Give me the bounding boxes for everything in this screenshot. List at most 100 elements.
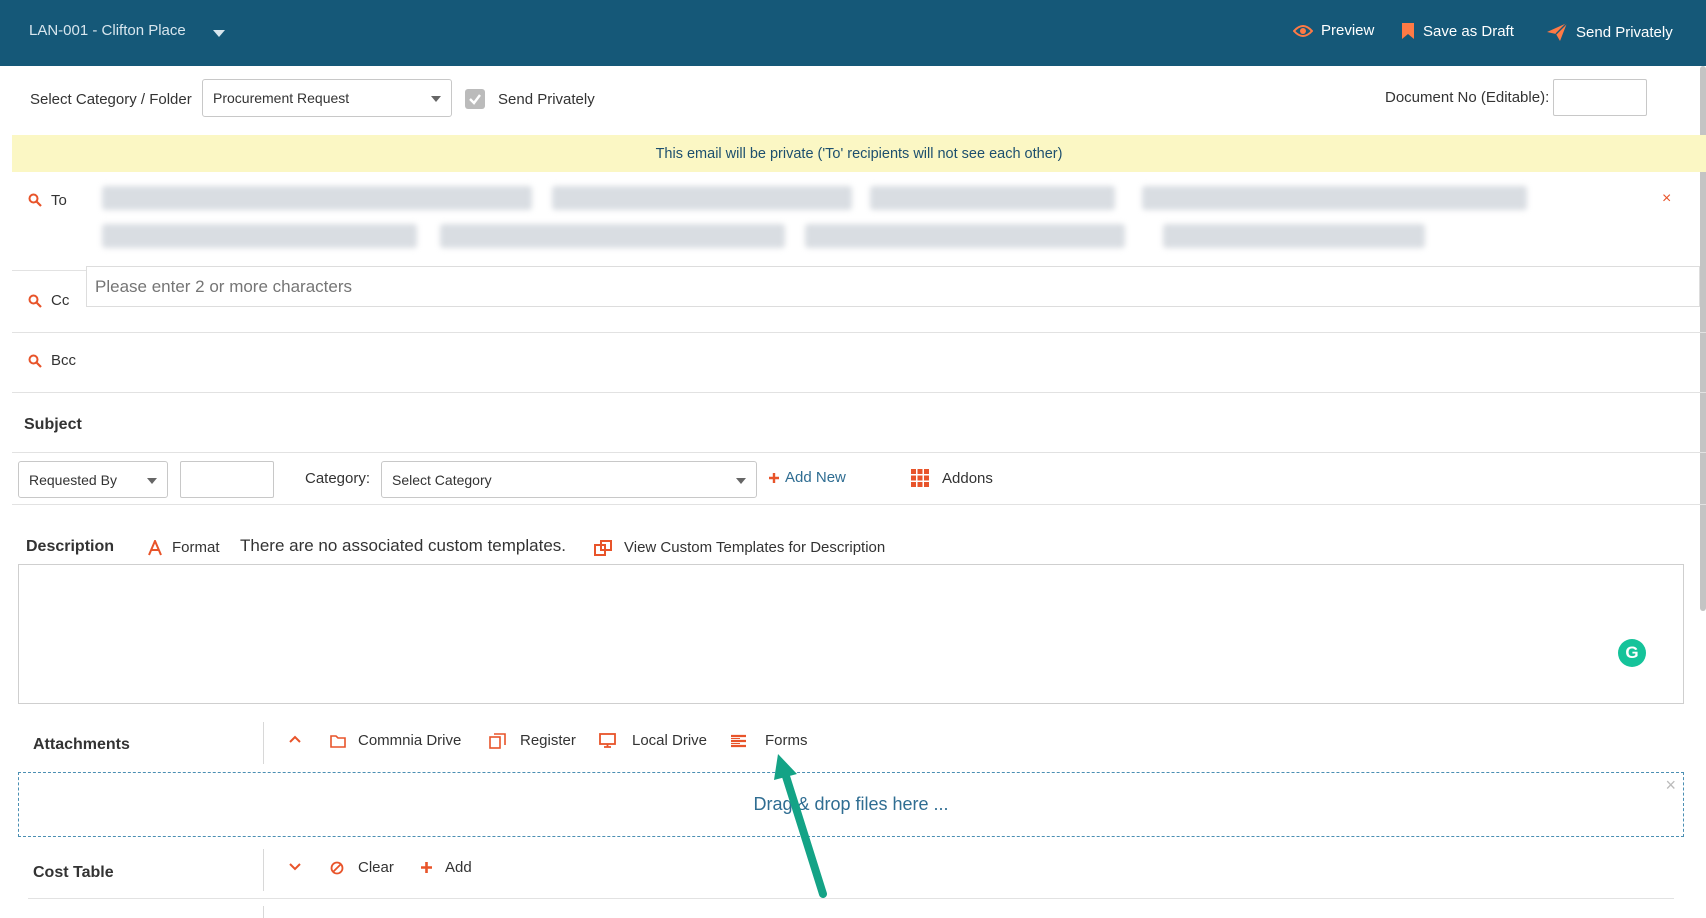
local-drive-button[interactable]: Local Drive bbox=[599, 732, 707, 749]
private-notice-text: This email will be private ('To' recipie… bbox=[655, 145, 1063, 162]
divider bbox=[263, 849, 264, 891]
bookmark-icon bbox=[1402, 23, 1414, 39]
chevron-down-icon[interactable] bbox=[289, 863, 301, 871]
to-label: To bbox=[51, 192, 67, 209]
description-label: Description bbox=[26, 538, 115, 555]
attachments-label: Attachments bbox=[33, 736, 130, 753]
plus-icon bbox=[769, 472, 779, 483]
paper-plane-icon bbox=[1547, 22, 1568, 41]
commnia-drive-button[interactable]: Commnia Drive bbox=[330, 732, 461, 749]
preview-button[interactable]: Preview bbox=[1293, 22, 1374, 39]
divider bbox=[263, 722, 264, 764]
addons-button[interactable]: Addons bbox=[911, 469, 993, 487]
preview-label: Preview bbox=[1321, 22, 1375, 39]
divider bbox=[12, 392, 1706, 393]
register-icon bbox=[489, 732, 506, 749]
divider bbox=[12, 270, 87, 271]
add-label: Add bbox=[445, 859, 472, 876]
checkbox-icon bbox=[469, 94, 481, 105]
folder-icon bbox=[330, 734, 346, 748]
forms-button[interactable]: Forms bbox=[730, 732, 808, 749]
project-dropdown-caret-icon[interactable] bbox=[213, 30, 225, 37]
search-icon[interactable] bbox=[28, 354, 42, 368]
recipient-chip[interactable] bbox=[1163, 224, 1425, 248]
addons-label: Addons bbox=[942, 469, 993, 487]
recipient-chip[interactable] bbox=[870, 186, 1115, 210]
recipient-chip[interactable] bbox=[1142, 186, 1527, 210]
cost-table-label: Cost Table bbox=[33, 864, 114, 881]
add-cost-row-button[interactable]: Add bbox=[420, 859, 472, 876]
chevron-up-icon[interactable] bbox=[289, 735, 301, 743]
send-privately-label: Send Privately bbox=[1576, 23, 1673, 41]
requested-by-input[interactable] bbox=[180, 461, 274, 498]
chevron-down-icon bbox=[736, 477, 746, 484]
clear-label: Clear bbox=[358, 859, 394, 876]
project-title[interactable]: LAN-001 - Clifton Place bbox=[29, 22, 186, 39]
file-dropzone[interactable]: Drag & drop files here ... × bbox=[18, 772, 1684, 837]
chevron-down-icon bbox=[431, 96, 441, 102]
no-templates-text: There are no associated custom templates… bbox=[240, 536, 566, 555]
category-folder-select[interactable]: Procurement Request bbox=[202, 79, 452, 117]
send-privately-checkbox[interactable] bbox=[465, 89, 485, 109]
ban-icon bbox=[330, 861, 344, 874]
grid-icon bbox=[911, 469, 929, 487]
eye-icon bbox=[1293, 24, 1313, 37]
recipient-chip[interactable] bbox=[102, 186, 532, 210]
recipient-chip[interactable] bbox=[552, 186, 852, 210]
monitor-icon bbox=[599, 733, 616, 748]
category-label: Category: bbox=[305, 470, 371, 487]
grammarly-icon[interactable]: G bbox=[1618, 639, 1646, 667]
close-icon[interactable]: × bbox=[1665, 775, 1676, 796]
document-no-label: Document No (Editable): bbox=[1385, 89, 1550, 106]
add-new-category-link[interactable]: Add New bbox=[768, 469, 846, 486]
font-icon bbox=[148, 539, 162, 555]
commnia-drive-label: Commnia Drive bbox=[358, 732, 462, 749]
to-recipients-list[interactable] bbox=[100, 185, 1527, 249]
add-new-label: Add New bbox=[785, 469, 846, 486]
clear-cost-table-button[interactable]: Clear bbox=[330, 859, 394, 876]
send-privately-checkbox-label: Send Privately bbox=[498, 91, 595, 108]
view-custom-templates-link[interactable]: View Custom Templates for Description bbox=[594, 539, 885, 556]
recipient-chip[interactable] bbox=[102, 224, 417, 248]
subject-label: Subject bbox=[24, 416, 82, 433]
recipient-chip[interactable] bbox=[440, 224, 785, 248]
cc-input[interactable] bbox=[86, 266, 1700, 307]
divider bbox=[263, 906, 264, 918]
category-select[interactable]: Select Category bbox=[381, 461, 757, 498]
bcc-label: Bcc bbox=[51, 352, 77, 369]
divider bbox=[12, 332, 1706, 333]
template-icon bbox=[594, 539, 612, 556]
chevron-down-icon bbox=[147, 477, 157, 484]
format-button[interactable]: Format bbox=[148, 539, 220, 556]
save-draft-label: Save as Draft bbox=[1423, 22, 1514, 40]
forms-label: Forms bbox=[765, 732, 808, 749]
search-icon[interactable] bbox=[28, 294, 42, 308]
divider bbox=[12, 452, 1706, 453]
plus-icon bbox=[421, 862, 432, 873]
cc-label: Cc bbox=[51, 292, 70, 309]
save-draft-button[interactable]: Save as Draft bbox=[1401, 22, 1514, 40]
document-no-input[interactable] bbox=[1553, 79, 1647, 116]
register-label: Register bbox=[520, 732, 576, 749]
register-button[interactable]: Register bbox=[489, 732, 576, 749]
requested-by-value: Requested By bbox=[29, 471, 117, 488]
subject-input[interactable] bbox=[110, 405, 1690, 445]
local-drive-label: Local Drive bbox=[632, 732, 708, 749]
recipient-chip[interactable] bbox=[805, 224, 1125, 248]
divider bbox=[28, 898, 1674, 899]
category-folder-value: Procurement Request bbox=[213, 90, 350, 106]
send-privately-button[interactable]: Send Privately bbox=[1546, 22, 1673, 42]
category-value: Select Category bbox=[392, 471, 492, 488]
forms-icon bbox=[731, 734, 746, 747]
format-label: Format bbox=[172, 539, 220, 556]
annotation-arrow-icon bbox=[774, 754, 827, 898]
private-notice-banner: This email will be private ('To' recipie… bbox=[12, 135, 1706, 172]
requested-by-select[interactable]: Requested By bbox=[18, 461, 168, 498]
description-editor[interactable]: G bbox=[18, 564, 1684, 704]
clear-recipients-icon[interactable]: × bbox=[1662, 190, 1671, 208]
view-templates-label: View Custom Templates for Description bbox=[624, 539, 886, 556]
divider bbox=[12, 504, 1706, 505]
category-folder-label: Select Category / Folder bbox=[30, 91, 192, 108]
top-header: LAN-001 - Clifton Place Preview Save as … bbox=[0, 0, 1706, 66]
search-icon[interactable] bbox=[28, 193, 42, 207]
